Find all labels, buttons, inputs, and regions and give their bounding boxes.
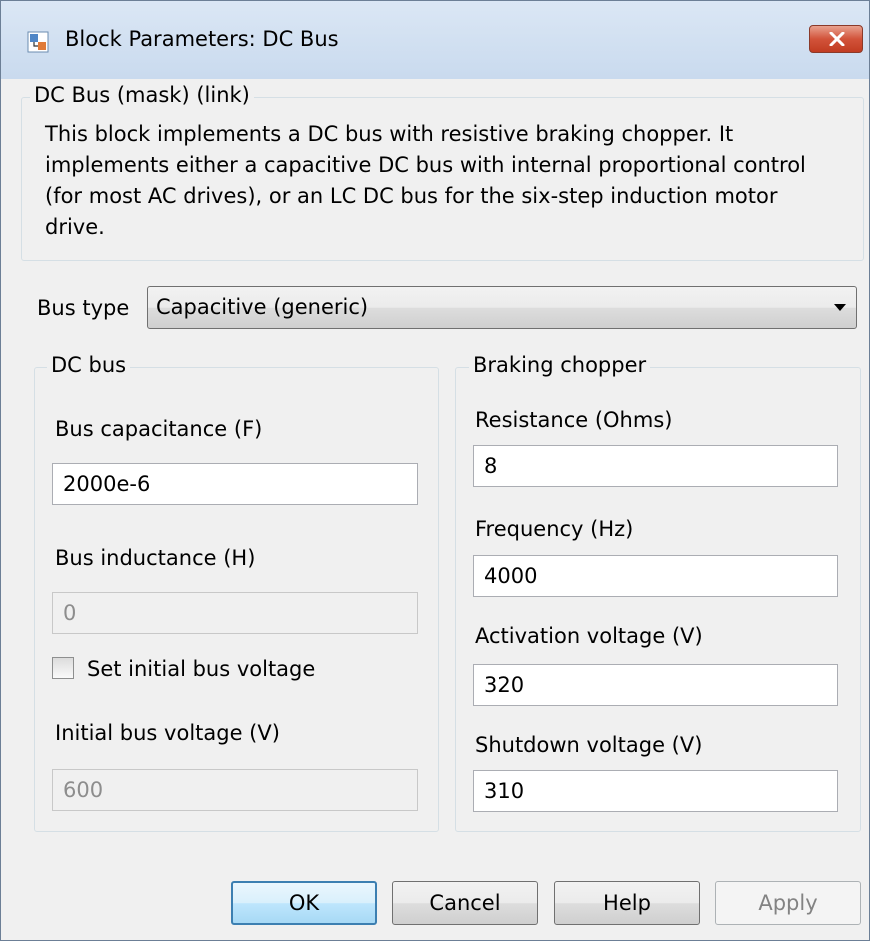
bus-inductance-field[interactable]: 0 [52,592,418,634]
bus-type-label: Bus type [37,296,130,320]
title-bar[interactable]: Block Parameters: DC Bus [1,1,869,79]
shutdown-voltage-label: Shutdown voltage (V) [475,733,703,757]
frequency-label: Frequency (Hz) [475,517,634,541]
dialog-window: Block Parameters: DC Bus DC Bus (mask) (… [0,0,870,941]
braking-chopper-legend: Braking chopper [469,353,651,377]
ok-button[interactable]: OK [231,881,377,925]
bus-capacitance-field[interactable]: 2000e-6 [52,463,418,505]
mask-legend: DC Bus (mask) (link) [30,83,254,107]
initial-bus-voltage-label: Initial bus voltage (V) [55,721,280,745]
dc-bus-legend: DC bus [47,353,131,377]
bus-inductance-label: Bus inductance (H) [55,546,256,570]
set-initial-voltage-checkbox[interactable] [52,657,74,679]
window-title: Block Parameters: DC Bus [65,27,339,51]
set-initial-voltage-label[interactable]: Set initial bus voltage [87,657,315,681]
apply-button[interactable]: Apply [715,881,861,925]
bus-capacitance-label: Bus capacitance (F) [55,417,263,441]
braking-chopper-group [455,367,861,832]
resistance-field[interactable]: 8 [473,445,838,487]
chevron-down-icon [834,304,846,311]
activation-voltage-field[interactable]: 320 [473,664,838,706]
simulink-block-icon [27,31,49,53]
shutdown-voltage-field[interactable]: 310 [473,770,838,812]
resistance-label: Resistance (Ohms) [475,408,673,432]
frequency-field[interactable]: 4000 [473,555,838,597]
bus-type-value: Capacitive (generic) [156,295,369,319]
mask-description: This block implements a DC bus with resi… [45,122,806,239]
activation-voltage-label: Activation voltage (V) [475,624,703,648]
initial-bus-voltage-field[interactable]: 600 [52,769,418,811]
close-icon [829,32,845,46]
bus-type-select[interactable]: Capacitive (generic) [147,286,857,329]
close-button[interactable] [809,25,863,53]
help-button[interactable]: Help [554,881,700,925]
cancel-button[interactable]: Cancel [392,881,538,925]
